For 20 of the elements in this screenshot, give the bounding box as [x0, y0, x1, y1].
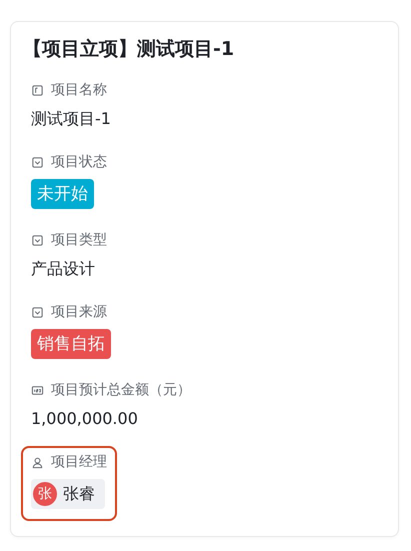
person-icon — [31, 456, 44, 468]
user-name: 张睿 — [63, 484, 95, 504]
field-label: 项目经理 — [51, 453, 107, 471]
field-label: 项目预计总金额（元） — [51, 381, 191, 399]
field-label: 项目来源 — [51, 303, 107, 321]
card-title: 【项目立项】测试项目-1 — [23, 37, 236, 62]
field-value: 测试项目-1 — [31, 108, 111, 130]
field-label: 项目状态 — [51, 153, 107, 171]
status-tag: 销售自拓 — [31, 329, 111, 359]
text-field-icon — [31, 84, 44, 96]
field-label: 项目名称 — [51, 81, 107, 99]
field-value: 1,000,000.00 — [31, 408, 138, 430]
number-icon — [31, 384, 44, 396]
field-value: 产品设计 — [31, 258, 95, 280]
dropdown-icon — [31, 156, 44, 168]
dropdown-icon — [31, 306, 44, 318]
field-label: 项目类型 — [51, 231, 107, 249]
avatar: 张 — [33, 482, 57, 506]
status-tag: 未开始 — [31, 179, 94, 209]
dropdown-icon — [31, 234, 44, 246]
